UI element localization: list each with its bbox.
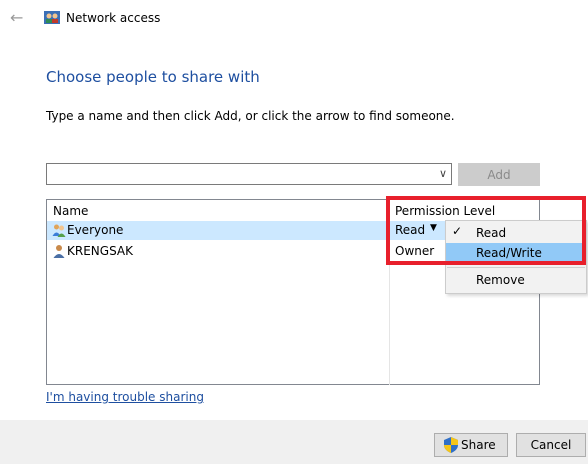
row-name-everyone[interactable]: Everyone bbox=[67, 223, 123, 237]
cancel-button[interactable]: Cancel bbox=[516, 433, 586, 457]
menu-item-remove-label[interactable]: Remove bbox=[476, 273, 525, 287]
share-button-label[interactable]: Share bbox=[461, 438, 496, 452]
chevron-down-icon[interactable]: ∨ bbox=[439, 167, 447, 180]
annotation-highlight-box bbox=[386, 196, 586, 265]
uac-shield-icon bbox=[444, 437, 458, 453]
trouble-sharing-link[interactable]: I'm having trouble sharing bbox=[46, 390, 204, 404]
instruction-text: Type a name and then click Add, or click… bbox=[46, 109, 455, 123]
group-users-icon bbox=[52, 224, 66, 237]
user-icon bbox=[53, 245, 65, 258]
page-heading: Choose people to share with bbox=[46, 68, 260, 86]
row-name-krengsak[interactable]: KRENGSAK bbox=[67, 244, 133, 258]
menu-separator bbox=[447, 267, 585, 268]
add-button[interactable]: Add bbox=[458, 163, 540, 186]
network-users-icon bbox=[44, 11, 60, 24]
column-header-name[interactable]: Name bbox=[53, 204, 88, 218]
back-arrow-icon[interactable]: ← bbox=[10, 8, 23, 27]
window-title: Network access bbox=[66, 11, 161, 25]
name-combobox[interactable]: ∨ bbox=[46, 163, 452, 185]
